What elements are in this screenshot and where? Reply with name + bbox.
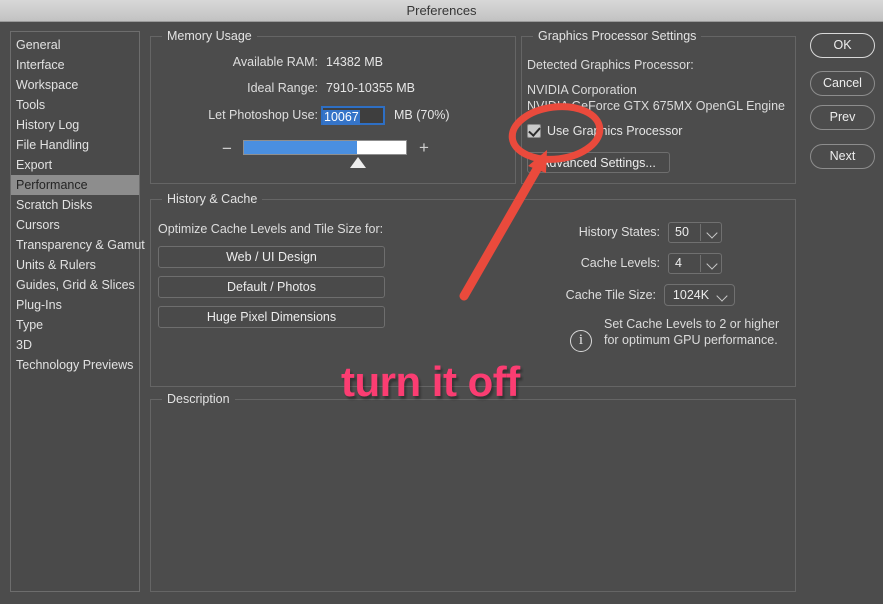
sidebar-item-3d[interactable]: 3D [11,335,139,355]
cache-tile-size-label: Cache Tile Size: [565,288,656,302]
optimize-cache-label: Optimize Cache Levels and Tile Size for: [158,222,384,236]
available-ram-label: Available RAM: [232,55,318,69]
use-graphics-processor-label: Use Graphics Processor [547,124,683,138]
memory-slider-decrease-icon[interactable]: − [222,140,232,157]
advanced-settings-button[interactable]: Advanced Settings... [527,152,670,173]
prev-button[interactable]: Prev [810,105,875,130]
ok-button[interactable]: OK [810,33,875,58]
sidebar-item-workspace[interactable]: Workspace [11,75,139,95]
sidebar-item-technology-previews[interactable]: Technology Previews [11,355,139,375]
history-states-value: 50 [675,225,689,239]
history-cache-legend: History & Cache [162,192,263,206]
window-title: Preferences [406,3,477,18]
use-graphics-processor-row[interactable]: Use Graphics Processor [527,124,682,138]
cache-tile-size-dropdown[interactable]: 1024K [664,284,735,306]
gpu-device-value: NVIDIA GeForce GTX 675MX OpenGL Engine [527,99,785,113]
memory-amount-value: 10067 [323,110,360,125]
combo-divider [700,255,701,272]
sidebar-item-export[interactable]: Export [11,155,139,175]
chevron-down-icon [716,290,728,302]
sidebar-item-tools[interactable]: Tools [11,95,139,115]
memory-slider-increase-icon[interactable]: + [419,139,429,156]
cache-info-line-1: Set Cache Levels to 2 or higher [604,317,780,331]
annotation-text: turn it off [341,358,520,405]
sidebar-item-transparency-gamut[interactable]: Transparency & Gamut [11,235,145,255]
cache-tile-size-value: 1024K [672,288,710,302]
memory-amount-input[interactable]: 10067 [321,106,385,125]
sidebar-item-guides-grid-slices[interactable]: Guides, Grid & Slices [11,275,139,295]
memory-slider[interactable] [243,140,407,155]
available-ram-value: 14382 MB [326,55,383,69]
cache-levels-dropdown[interactable]: 4 [668,253,722,274]
gpu-vendor-value: NVIDIA Corporation [527,83,637,97]
sidebar-item-units-rulers[interactable]: Units & Rulers [11,255,139,275]
let-photoshop-use-label: Let Photoshop Use: [208,108,318,122]
chevron-down-icon [706,258,718,270]
memory-slider-thumb[interactable] [349,157,366,168]
sidebar-item-plug-ins[interactable]: Plug-Ins [11,295,139,315]
sidebar-item-performance[interactable]: Performance [11,175,139,195]
detected-gpu-label: Detected Graphics Processor: [527,58,694,72]
sidebar-item-file-handling[interactable]: File Handling [11,135,139,155]
preset-huge-pixel-dimensions-button[interactable]: Huge Pixel Dimensions [158,306,385,328]
history-states-label: History States: [578,225,660,239]
sidebar-item-type[interactable]: Type [11,315,139,335]
sidebar-item-interface[interactable]: Interface [11,55,139,75]
preset-default-photos-button[interactable]: Default / Photos [158,276,385,298]
preferences-dialog: Preferences General Interface Workspace … [0,0,883,604]
memory-slider-fill [244,141,358,154]
cache-levels-label: Cache Levels: [580,256,660,270]
chevron-down-icon [706,227,718,239]
checkmark-icon [528,124,541,137]
sidebar-item-general[interactable]: General [11,35,139,55]
sidebar-item-cursors[interactable]: Cursors [11,215,139,235]
preset-web-ui-design-button[interactable]: Web / UI Design [158,246,385,268]
next-button[interactable]: Next [810,144,875,169]
ideal-range-label: Ideal Range: [247,81,318,95]
window-title-bar: Preferences [0,0,883,22]
cache-info-line-2: for optimum GPU performance. [604,333,778,347]
history-states-dropdown[interactable]: 50 [668,222,722,243]
cancel-button[interactable]: Cancel [810,71,875,96]
use-graphics-processor-checkbox[interactable] [527,124,541,138]
info-icon: i [570,330,592,352]
memory-usage-legend: Memory Usage [162,29,257,43]
ideal-range-value: 7910-10355 MB [326,81,415,95]
memory-unit-percent-label: MB (70%) [394,108,450,122]
description-legend: Description [162,392,235,406]
description-group: Description [150,392,796,592]
combo-divider [700,224,701,241]
sidebar-item-scratch-disks[interactable]: Scratch Disks [11,195,139,215]
category-sidebar[interactable]: General Interface Workspace Tools Histor… [10,31,145,592]
cache-levels-value: 4 [675,256,682,270]
sidebar-item-history-log[interactable]: History Log [11,115,139,135]
graphics-processor-legend: Graphics Processor Settings [533,29,702,43]
